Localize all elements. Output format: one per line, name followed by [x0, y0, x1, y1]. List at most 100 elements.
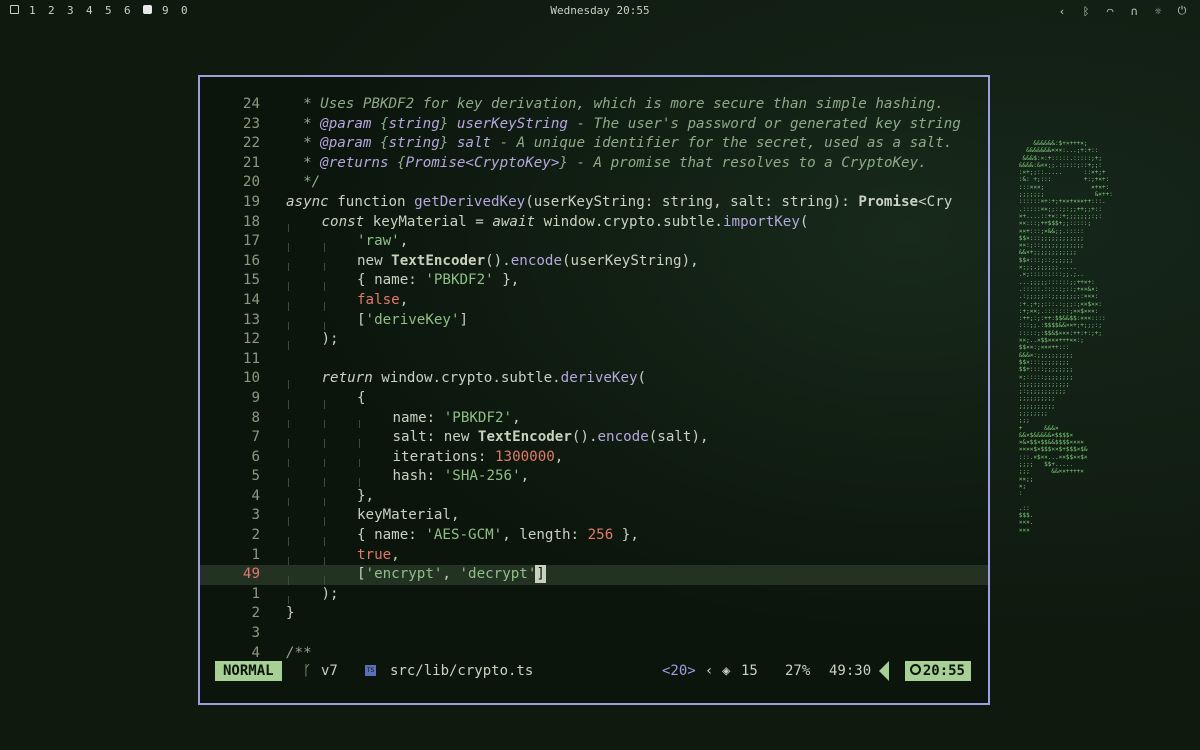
code-line[interactable]: 24 * Uses PBKDF2 for key derivation, whi… — [200, 95, 988, 115]
code-line[interactable]: 3 keyMaterial, — [200, 506, 988, 527]
status-time-text: 20:55 — [922, 663, 965, 679]
line-content[interactable]: */ — [286, 173, 968, 193]
code-line[interactable]: 1); — [200, 585, 988, 605]
wifi-icon[interactable]: ◠ — [1104, 5, 1116, 18]
line-number: 2 — [251, 527, 260, 544]
line-content[interactable]: const keyMaterial = await window.crypto.… — [286, 213, 968, 233]
code-line[interactable]: 19 async function getDerivedKey(userKeySt… — [200, 193, 988, 213]
editor-window[interactable]: 2 4 * Uses PBKDF2 for key derivation, whi… — [198, 75, 990, 705]
code-line[interactable]: 10 return window.crypto.subtle.deriveKey( — [200, 369, 988, 389]
code-line[interactable]: 16 new TextEncoder().encode(userKeyString… — [200, 252, 988, 272]
code-line[interactable]: 14 false, — [200, 291, 988, 311]
status-time: 20:55 — [904, 661, 971, 681]
code-line[interactable]: 20 */ — [200, 173, 988, 193]
code-line[interactable]: 11 — [200, 350, 988, 370]
code-line[interactable]: 13 ['deriveKey'] — [200, 311, 988, 331]
line-number: 12 — [242, 331, 260, 348]
code-line[interactable]: 18 const keyMaterial = await window.crypt… — [200, 213, 988, 233]
line-number: 49 — [242, 566, 260, 583]
line-number: 19 — [242, 193, 260, 210]
line-content[interactable]: true, — [286, 546, 968, 566]
code-buffer[interactable]: 2 4 * Uses PBKDF2 for key derivation, whi… — [200, 95, 988, 663]
line-number: 13 — [242, 311, 260, 328]
time-separator — [879, 661, 889, 681]
power-icon[interactable]: ⏻ — [1176, 4, 1188, 18]
code-line[interactable]: 1 true, — [200, 546, 988, 566]
line-number: 23 — [242, 115, 260, 132]
chevron-left-icon[interactable]: ‹ — [1056, 5, 1068, 18]
diagnostics-count: 15 — [741, 663, 758, 679]
line-content[interactable]: * @param {string} userKeyString - The us… — [286, 115, 968, 135]
line-content[interactable]: * @param {string} salt - A unique identi… — [286, 134, 968, 154]
code-line[interactable]: 4}, — [200, 487, 988, 507]
line-number: 4 — [251, 487, 260, 504]
line-content[interactable]: iterations: 1300000, — [286, 448, 968, 468]
line-content[interactable]: { name: 'AES-GCM', length: 256 }, — [286, 526, 968, 546]
line-content[interactable]: ['deriveKey'] — [286, 311, 968, 331]
ascii-art-wallpaper: &&&&&&:$+×+++×; &&&&&&&×××:...;+:+:: &&&… — [1018, 140, 1113, 534]
line-content[interactable]: 'raw', — [286, 232, 968, 252]
cube-icon: ◈ — [722, 663, 731, 679]
line-number: 21 — [242, 154, 260, 171]
line-number: 8 — [251, 409, 260, 426]
code-line-current[interactable]: 49 ['encrypt', 'decrypt'] — [200, 565, 988, 585]
mode-indicator: NORMAL — [215, 661, 282, 681]
line-content[interactable]: ); — [286, 330, 968, 350]
code-line[interactable]: 6 iterations: 1300000, — [200, 448, 988, 468]
code-line[interactable]: 2 { name: 'AES-GCM', length: 256 }, — [200, 526, 988, 546]
line-number: 20 — [242, 174, 260, 191]
line-content[interactable]: async function getDerivedKey(userKeyStri… — [286, 193, 968, 213]
line-content[interactable]: return window.crypto.subtle.deriveKey( — [286, 369, 968, 389]
code-line[interactable]: 23 * @param {string} userKeyString - The… — [200, 115, 988, 135]
line-number: 1 — [251, 546, 260, 563]
bluetooth-icon[interactable]: ᛒ — [1080, 5, 1092, 18]
line-content[interactable]: keyMaterial, — [286, 506, 968, 527]
line-number: 17 — [242, 233, 260, 250]
line-content[interactable]: salt: new TextEncoder().encode(salt), — [286, 428, 968, 448]
typescript-icon: TS — [365, 665, 376, 676]
code-line[interactable]: 5 hash: 'SHA-256', — [200, 467, 988, 487]
top-bar: 1 2 3 4 5 6 9 0 Wednesday 20:55 ‹ ᛒ ◠ ∩ … — [0, 0, 1200, 22]
file-path[interactable]: src/lib/crypto.ts — [390, 661, 533, 681]
line-content[interactable]: false, — [286, 291, 968, 311]
line-content[interactable]: * @returns {Promise<CryptoKey>} - A prom… — [286, 154, 968, 174]
line-number: 11 — [242, 350, 260, 367]
line-number: 9 — [251, 389, 260, 406]
clock-icon — [909, 664, 921, 675]
code-line[interactable]: 7 salt: new TextEncoder().encode(salt), — [200, 428, 988, 448]
line-content[interactable]: * Uses PBKDF2 for key derivation, which … — [286, 95, 968, 115]
code-line[interactable]: 3 — [200, 624, 988, 644]
line-content[interactable]: ); — [286, 585, 968, 605]
line-number: 7 — [251, 429, 260, 446]
git-branch-icon: ᚴ — [303, 663, 312, 679]
line-number: 2 — [251, 605, 260, 622]
lsp-status: <20> — [662, 663, 696, 679]
line-content[interactable]: }, — [286, 487, 968, 507]
clock[interactable]: Wednesday 20:55 — [0, 4, 1200, 17]
brightness-icon[interactable]: ☼ — [1152, 5, 1164, 18]
line-content[interactable]: ['encrypt', 'decrypt'] — [286, 565, 968, 585]
line-number: 3 — [251, 625, 260, 642]
code-line[interactable]: 15 { name: 'PBKDF2' }, — [200, 271, 988, 291]
code-line[interactable]: 17 'raw', — [200, 232, 988, 252]
git-branch: v7 — [321, 663, 338, 679]
line-content[interactable]: new TextEncoder().encode(userKeyString), — [286, 252, 968, 272]
code-line[interactable]: 21 * @returns {Promise<CryptoKey>} - A p… — [200, 154, 988, 174]
line-number: 16 — [242, 252, 260, 269]
scroll-percent: 27% — [785, 663, 811, 679]
line-number: 1 — [251, 585, 260, 602]
code-line[interactable]: 9{ — [200, 389, 988, 409]
code-line[interactable]: 8 name: 'PBKDF2', — [200, 409, 988, 429]
code-line[interactable]: 12); — [200, 330, 988, 350]
line-content[interactable]: hash: 'SHA-256', — [286, 467, 968, 487]
code-line[interactable]: 22 * @param {string} salt - A unique ide… — [200, 134, 988, 154]
headphones-icon[interactable]: ∩ — [1128, 5, 1140, 18]
line-content[interactable]: { name: 'PBKDF2' }, — [286, 271, 968, 291]
line-number: 22 — [242, 135, 260, 152]
line-content[interactable]: } — [286, 604, 968, 624]
line-content[interactable]: { — [286, 389, 968, 409]
chevron-left-icon: ‹ — [705, 663, 714, 679]
code-line[interactable]: 2} — [200, 604, 988, 624]
line-content[interactable]: name: 'PBKDF2', — [286, 409, 968, 429]
line-number: 14 — [242, 291, 260, 308]
